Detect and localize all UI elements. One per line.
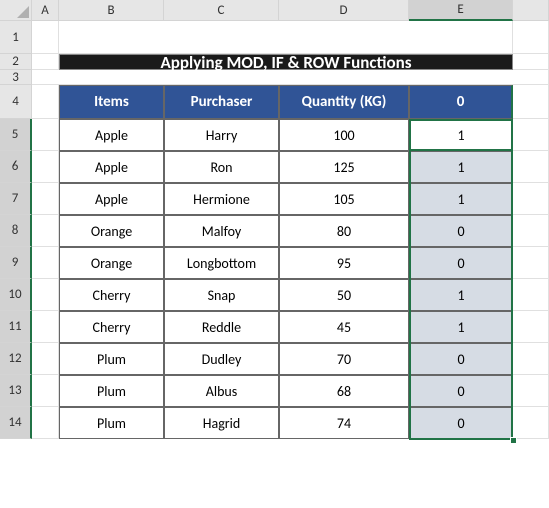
cell-flag-6[interactable]: 1	[409, 151, 513, 183]
cell-f8[interactable]	[513, 215, 549, 247]
spreadsheet-grid[interactable]: A B C D E 1 2 Applying MOD, IF & ROW Fun…	[0, 0, 549, 439]
cell-purchaser-7[interactable]: Hermione	[164, 183, 279, 215]
fill-handle[interactable]	[510, 437, 517, 444]
cell-items-6[interactable]: Apple	[59, 151, 164, 183]
header-items[interactable]: Items	[59, 85, 164, 119]
cell-qty-10[interactable]: 50	[279, 279, 409, 311]
cell-a14[interactable]	[32, 407, 59, 439]
cell-flag-9[interactable]: 0	[409, 247, 513, 279]
cell-f4[interactable]	[513, 85, 549, 119]
cell-a7[interactable]	[32, 183, 59, 215]
title-cell[interactable]: Applying MOD, IF & ROW Functions	[59, 54, 513, 70]
cell-items-9[interactable]: Orange	[59, 247, 164, 279]
header-quantity[interactable]: Quantity (KG)	[279, 85, 409, 119]
cell-qty-11[interactable]: 45	[279, 311, 409, 343]
cell-flag-14[interactable]: 0	[409, 407, 513, 439]
cell-qty-12[interactable]: 70	[279, 343, 409, 375]
cell-f5[interactable]	[513, 119, 549, 151]
cell-flag-7[interactable]: 1	[409, 183, 513, 215]
cell-flag-10[interactable]: 1	[409, 279, 513, 311]
row-header-10[interactable]: 10	[0, 279, 32, 311]
header-flag[interactable]: 0	[409, 85, 513, 119]
cell-a2[interactable]	[32, 54, 59, 70]
cell-items-13[interactable]: Plum	[59, 375, 164, 407]
row-header-7[interactable]: 7	[0, 183, 32, 215]
row-header-9[interactable]: 9	[0, 247, 32, 279]
cell-purchaser-8[interactable]: Malfoy	[164, 215, 279, 247]
col-header-b[interactable]: B	[59, 0, 164, 21]
cell-purchaser-13[interactable]: Albus	[164, 375, 279, 407]
cell-a12[interactable]	[32, 343, 59, 375]
cell-purchaser-11[interactable]: Reddle	[164, 311, 279, 343]
col-header-c[interactable]: C	[164, 0, 279, 21]
cell-f14[interactable]	[513, 407, 549, 439]
cell-a11[interactable]	[32, 311, 59, 343]
cell-f12[interactable]	[513, 343, 549, 375]
col-header-e[interactable]: E	[409, 0, 513, 21]
row-header-14[interactable]: 14	[0, 407, 32, 439]
row-header-13[interactable]: 13	[0, 375, 32, 407]
row-header-6[interactable]: 6	[0, 151, 32, 183]
cell-flag-12[interactable]: 0	[409, 343, 513, 375]
cell-f6[interactable]	[513, 151, 549, 183]
cell-a6[interactable]	[32, 151, 59, 183]
cell-purchaser-6[interactable]: Ron	[164, 151, 279, 183]
cell-qty-5[interactable]: 100	[279, 119, 409, 151]
col-header-d[interactable]: D	[279, 0, 409, 21]
cell-qty-6[interactable]: 125	[279, 151, 409, 183]
cell-a13[interactable]	[32, 375, 59, 407]
cell-f10[interactable]	[513, 279, 549, 311]
cell-purchaser-12[interactable]: Dudley	[164, 343, 279, 375]
row-header-11[interactable]: 11	[0, 311, 32, 343]
cell-qty-8[interactable]: 80	[279, 215, 409, 247]
row-header-3[interactable]: 3	[0, 70, 32, 85]
cell-flag-5[interactable]: 1	[409, 119, 513, 151]
col-header-a[interactable]: A	[32, 0, 59, 21]
cell-items-10[interactable]: Cherry	[59, 279, 164, 311]
row-header-4[interactable]: 4	[0, 85, 32, 119]
cell-items-14[interactable]: Plum	[59, 407, 164, 439]
cell-flag-13[interactable]: 0	[409, 375, 513, 407]
cell-f13[interactable]	[513, 375, 549, 407]
cell-purchaser-14[interactable]: Hagrid	[164, 407, 279, 439]
cell-items-7[interactable]: Apple	[59, 183, 164, 215]
cell-items-12[interactable]: Plum	[59, 343, 164, 375]
row-header-8[interactable]: 8	[0, 215, 32, 247]
cell-flag-8[interactable]: 0	[409, 215, 513, 247]
row-header-1[interactable]: 1	[0, 21, 32, 54]
cell-items-5[interactable]: Apple	[59, 119, 164, 151]
cell-a1[interactable]	[32, 21, 59, 54]
cell-a8[interactable]	[32, 215, 59, 247]
cell-qty-9[interactable]: 95	[279, 247, 409, 279]
cell-f2[interactable]	[513, 54, 549, 70]
cell-purchaser-9[interactable]: Longbottom	[164, 247, 279, 279]
cell-a10[interactable]	[32, 279, 59, 311]
cell-b1-e1[interactable]	[59, 21, 513, 54]
cell-f1[interactable]	[513, 21, 549, 54]
cell-a4[interactable]	[32, 85, 59, 119]
row-header-12[interactable]: 12	[0, 343, 32, 375]
cell-flag-11[interactable]: 1	[409, 311, 513, 343]
cell-purchaser-10[interactable]: Snap	[164, 279, 279, 311]
row-header-2[interactable]: 2	[0, 54, 32, 70]
cell-f9[interactable]	[513, 247, 549, 279]
cell-items-11[interactable]: Cherry	[59, 311, 164, 343]
cell-f7[interactable]	[513, 183, 549, 215]
row-header-5[interactable]: 5	[0, 119, 32, 151]
cell-qty-13[interactable]: 68	[279, 375, 409, 407]
select-all-corner[interactable]	[0, 0, 32, 21]
cell-a9[interactable]	[32, 247, 59, 279]
cell-qty-7[interactable]: 105	[279, 183, 409, 215]
cell-a5[interactable]	[32, 119, 59, 151]
cell-f11[interactable]	[513, 311, 549, 343]
cell-row3[interactable]	[32, 70, 549, 85]
header-purchaser[interactable]: Purchaser	[164, 85, 279, 119]
cell-qty-14[interactable]: 74	[279, 407, 409, 439]
col-header-blank[interactable]	[513, 0, 549, 21]
cell-items-8[interactable]: Orange	[59, 215, 164, 247]
cell-purchaser-5[interactable]: Harry	[164, 119, 279, 151]
